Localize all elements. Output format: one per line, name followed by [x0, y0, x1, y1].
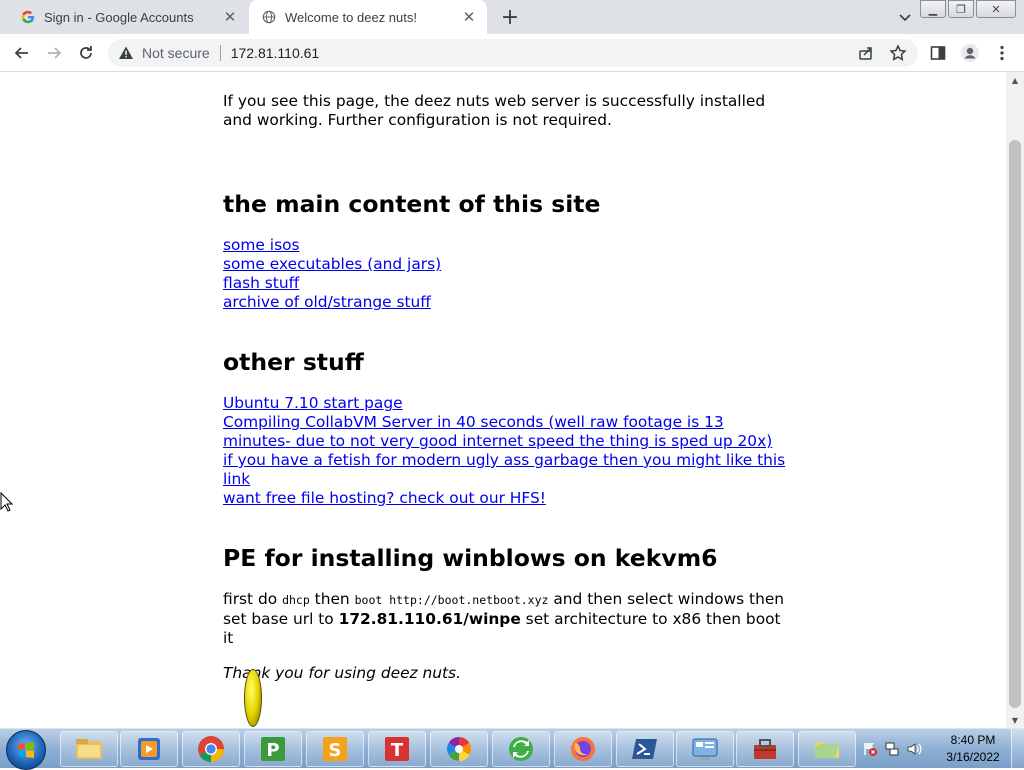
- taskbar: P S T 8:40 PM 3/16/2022: [0, 728, 1024, 770]
- restore-button[interactable]: ❐: [948, 0, 974, 18]
- profile-avatar-icon[interactable]: [958, 41, 982, 65]
- publisher-icon[interactable]: P: [244, 731, 302, 767]
- clock-time: 8:40 PM: [950, 733, 996, 747]
- link-flash[interactable]: flash stuff: [223, 274, 793, 293]
- heading-pe: PE for installing winblows on kekvm6: [223, 544, 718, 572]
- action-center-flag-icon[interactable]: [862, 741, 878, 757]
- new-tab-button[interactable]: +: [498, 5, 522, 30]
- svg-text:P: P: [266, 740, 279, 761]
- globe-icon: [261, 9, 277, 25]
- pe-text-2: then: [314, 590, 350, 608]
- close-icon[interactable]: ✕: [220, 7, 240, 27]
- url-text[interactable]: 172.81.110.61: [231, 45, 320, 61]
- link-archive[interactable]: archive of old/strange stuff: [223, 293, 793, 312]
- page-content: If you see this page, the deez nuts web …: [223, 92, 793, 683]
- title-bar: Sign in - Google Accounts ✕ Welcome to d…: [0, 0, 1024, 34]
- control-panel-icon[interactable]: [676, 731, 734, 767]
- t-app-icon[interactable]: T: [368, 731, 426, 767]
- heading-other-stuff: other stuff: [223, 348, 364, 376]
- show-desktop-button[interactable]: [1011, 729, 1024, 769]
- chrome-icon[interactable]: [182, 731, 240, 767]
- link-ubuntu[interactable]: Ubuntu 7.10 start page: [223, 394, 793, 413]
- pe-winpe-url: 172.81.110.61/winpe: [338, 610, 521, 628]
- main-links-list: some isos some executables (and jars) fl…: [223, 236, 793, 312]
- web-page: If you see this page, the deez nuts web …: [0, 72, 1006, 728]
- system-tray: [862, 733, 922, 765]
- star-icon[interactable]: [886, 41, 910, 65]
- back-arrow-icon[interactable]: [10, 41, 34, 65]
- address-bar[interactable]: Not secure 172.81.110.61: [108, 39, 918, 67]
- svg-text:T: T: [391, 740, 404, 761]
- close-icon[interactable]: ✕: [459, 7, 479, 27]
- warning-icon[interactable]: [118, 45, 134, 61]
- firefox-icon[interactable]: [554, 731, 612, 767]
- spinning-coin-image: [244, 669, 262, 727]
- share-icon[interactable]: [854, 41, 878, 65]
- link-isos[interactable]: some isos: [223, 236, 793, 255]
- powershell-icon[interactable]: [616, 731, 674, 767]
- svg-text:S: S: [329, 740, 342, 761]
- reload-icon[interactable]: [74, 41, 98, 65]
- side-panel-icon[interactable]: [926, 41, 950, 65]
- other-links-list: Ubuntu 7.10 start page Compiling CollabV…: [223, 394, 793, 508]
- link-modern[interactable]: if you have a fetish for modern ugly ass…: [223, 451, 793, 489]
- pe-code-boot: boot http://boot.netboot.xyz: [354, 593, 549, 607]
- thanks-text: Thank you for using deez nuts.: [223, 664, 461, 682]
- google-g-icon: [20, 9, 36, 25]
- divider: [219, 45, 221, 61]
- mouse-cursor-icon: [0, 491, 14, 512]
- start-button[interactable]: [6, 730, 46, 770]
- folder-icon[interactable]: [798, 731, 856, 767]
- clock[interactable]: 8:40 PM 3/16/2022: [940, 732, 1006, 766]
- scrollbar-thumb[interactable]: [1009, 140, 1021, 708]
- scrollbar[interactable]: ▲ ▼: [1006, 72, 1024, 728]
- clock-date: 3/16/2022: [946, 750, 1000, 764]
- network-icon[interactable]: [884, 741, 900, 757]
- pinwheel-icon[interactable]: [430, 731, 488, 767]
- link-collabvm-video[interactable]: Compiling CollabVM Server in 40 seconds …: [223, 413, 793, 451]
- chevron-down-icon[interactable]: [896, 8, 914, 26]
- sway-icon[interactable]: S: [306, 731, 364, 767]
- tab-title: Sign in - Google Accounts: [44, 9, 194, 25]
- explorer-icon[interactable]: [60, 731, 118, 767]
- pe-instructions: first do dhcp then boot http://boot.netb…: [223, 590, 793, 648]
- scroll-down-icon[interactable]: ▼: [1006, 712, 1024, 728]
- link-executables[interactable]: some executables (and jars): [223, 255, 793, 274]
- tab-google-accounts[interactable]: Sign in - Google Accounts ✕: [8, 0, 248, 34]
- heading-main-content: the main content of this site: [223, 190, 601, 218]
- browser-toolbar: Not secure 172.81.110.61: [0, 34, 1024, 72]
- pe-text-1: first do: [223, 590, 278, 608]
- volume-icon[interactable]: [906, 741, 922, 757]
- media-player-icon[interactable]: [120, 731, 178, 767]
- link-hfs[interactable]: want free file hosting? check out our HF…: [223, 489, 793, 508]
- intro-text: If you see this page, the deez nuts web …: [223, 92, 766, 129]
- menu-kebab-icon[interactable]: [990, 41, 1014, 65]
- scroll-up-icon[interactable]: ▲: [1006, 72, 1024, 88]
- pe-code-dhcp: dhcp: [282, 593, 310, 607]
- tab-title: Welcome to deez nuts!: [285, 9, 417, 25]
- forward-arrow-icon[interactable]: [42, 41, 66, 65]
- minimize-button[interactable]: ▁: [920, 0, 946, 18]
- close-window-button[interactable]: ✕: [976, 0, 1016, 18]
- sync-icon[interactable]: [492, 731, 550, 767]
- tab-deez-nuts[interactable]: Welcome to deez nuts! ✕: [249, 0, 487, 34]
- security-label[interactable]: Not secure: [142, 45, 210, 61]
- toolbox-icon[interactable]: [736, 731, 794, 767]
